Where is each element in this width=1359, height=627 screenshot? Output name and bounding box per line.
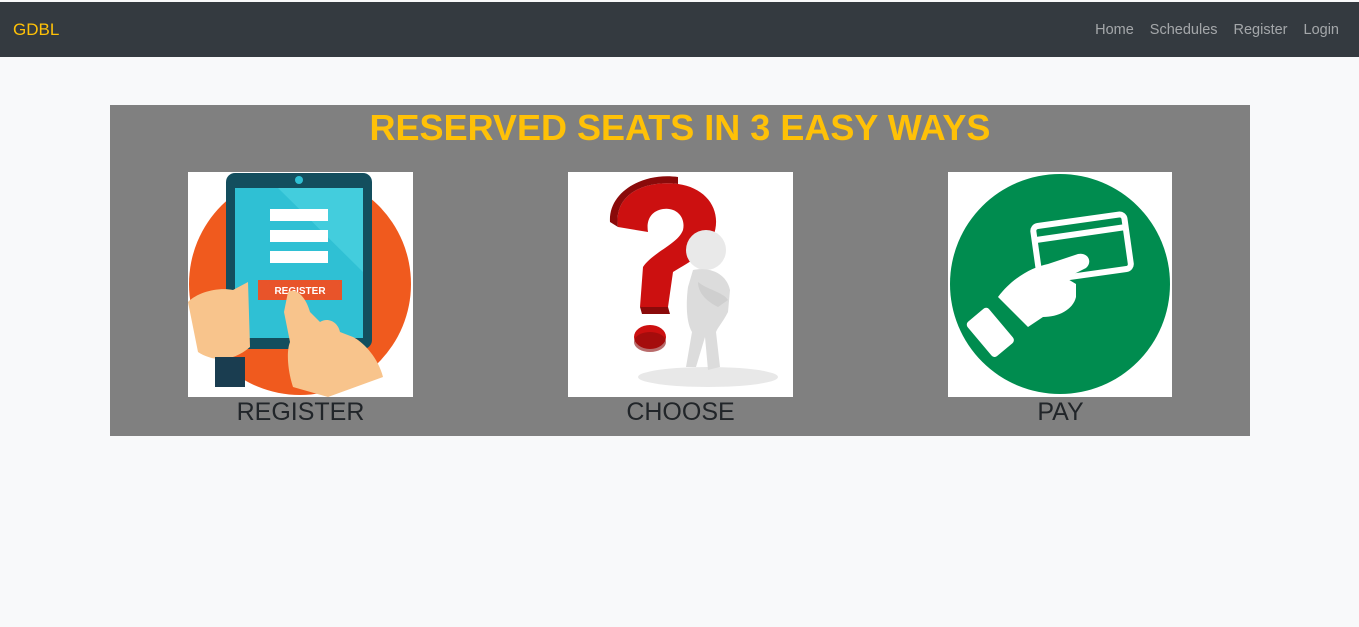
step-label-register: REGISTER — [236, 398, 365, 426]
step-pay: PAY — [948, 172, 1173, 427]
nav-link-login[interactable]: Login — [1296, 22, 1339, 38]
step-label-pay: PAY — [1037, 398, 1084, 426]
nav-links: Home Schedules Register Login — [1087, 22, 1339, 38]
panel-title: RESERVED SEATS IN 3 EASY WAYS — [369, 107, 991, 148]
question-person-icon — [568, 172, 793, 397]
card-payment-icon — [948, 172, 1172, 397]
step-label-choose: CHOOSE — [626, 398, 735, 426]
step-register: REGISTER REGISTER — [188, 172, 413, 427]
nav-link-schedules[interactable]: Schedules — [1142, 22, 1226, 38]
steps-panel: RESERVED SEATS IN 3 EASY WAYS REGISTER R… — [110, 105, 1250, 436]
top-navbar: GDBL Home Schedules Register Login — [0, 2, 1359, 57]
step-choose: CHOOSE — [568, 172, 793, 427]
brand-logo-link[interactable]: GDBL — [13, 20, 59, 40]
nav-link-register[interactable]: Register — [1226, 22, 1296, 38]
tablet-register-icon: REGISTER — [188, 172, 413, 397]
nav-link-home[interactable]: Home — [1087, 22, 1142, 38]
